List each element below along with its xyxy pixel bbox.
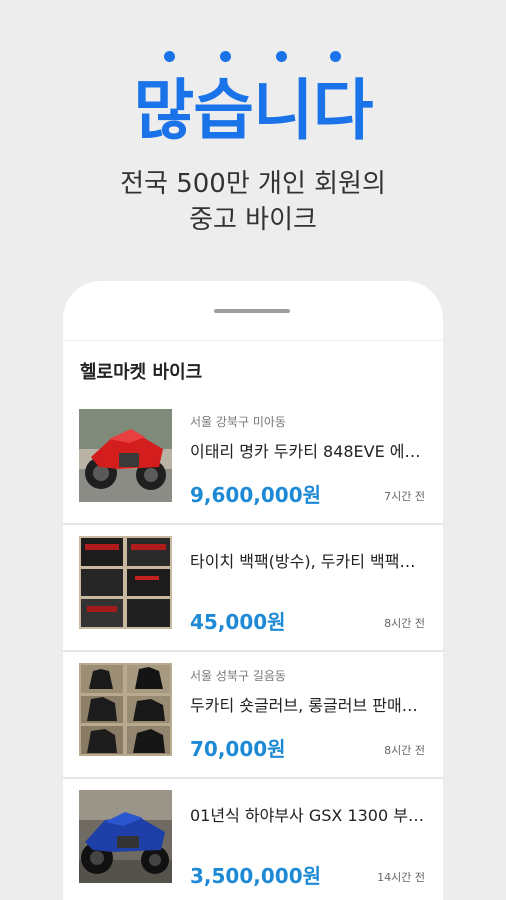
list-item[interactable]: 타이치 백팩(방수), 두카티 백팩… 45,000원 8시간 전	[63, 526, 443, 652]
dot-decoration	[220, 51, 231, 62]
dot-decoration	[164, 51, 175, 62]
listing-price: 45,000원	[190, 610, 286, 634]
list-item[interactable]: 01년식 하야부사 GSX 1300 부… 3,500,000원 14시간 전	[63, 780, 443, 900]
gloves-image	[79, 663, 172, 756]
listing-thumbnail	[79, 663, 172, 756]
listing-location: 서울 성북구 길음동	[190, 669, 286, 683]
listing-time: 8시간 전	[384, 617, 425, 630]
listing-time: 14시간 전	[377, 871, 425, 884]
headline-dots	[0, 51, 506, 63]
hero-headline: 많습니다	[133, 72, 374, 149]
backpacks-image	[79, 536, 172, 629]
section-title: 헬로마켓 바이크	[80, 362, 203, 383]
hero-subtitle-line1: 전국 500만 개인 회원의	[120, 169, 386, 199]
listing-price: 3,500,000원	[190, 864, 322, 888]
listing-title: 이태리 명카 두카티 848EVE 에…	[190, 442, 421, 461]
list-item[interactable]: 서울 강북구 미아동 이태리 명카 두카티 848EVE 에… 9,600,00…	[63, 399, 443, 525]
hero-section: 많습니다 전국 500만 개인 회원의 중고 바이크	[0, 0, 506, 270]
listing-time: 7시간 전	[384, 490, 425, 503]
listing-price: 70,000원	[190, 737, 286, 761]
hero-subtitle: 전국 500만 개인 회원의 중고 바이크	[0, 166, 506, 238]
list-item[interactable]: 서울 성북구 길음동 두카티 숏글러브, 롱글러브 판매… 70,000원 8시…	[63, 653, 443, 779]
dot-decoration	[276, 51, 287, 62]
sheet-handle[interactable]	[214, 309, 290, 313]
dot-decoration	[330, 51, 341, 62]
listing-time: 8시간 전	[384, 744, 425, 757]
red-motorcycle-image	[79, 409, 172, 502]
listing-price: 9,600,000원	[190, 483, 322, 507]
listing-thumbnail	[79, 536, 172, 629]
divider	[63, 340, 443, 341]
listing-title: 01년식 하야부사 GSX 1300 부…	[190, 806, 424, 825]
listing-title: 두카티 숏글러브, 롱글러브 판매…	[190, 696, 418, 715]
listing-title: 타이치 백팩(방수), 두카티 백팩…	[190, 552, 416, 571]
listing-thumbnail	[79, 409, 172, 502]
hero-subtitle-line2: 중고 바이크	[189, 205, 317, 235]
listing-location: 서울 강북구 미아동	[190, 415, 286, 429]
phone-mockup: 헬로마켓 바이크 서울 강북구 미아동 이태리 명카 두카티 848EVE 에……	[63, 281, 443, 900]
blue-motorcycle-image	[79, 790, 172, 883]
listing-thumbnail	[79, 790, 172, 883]
